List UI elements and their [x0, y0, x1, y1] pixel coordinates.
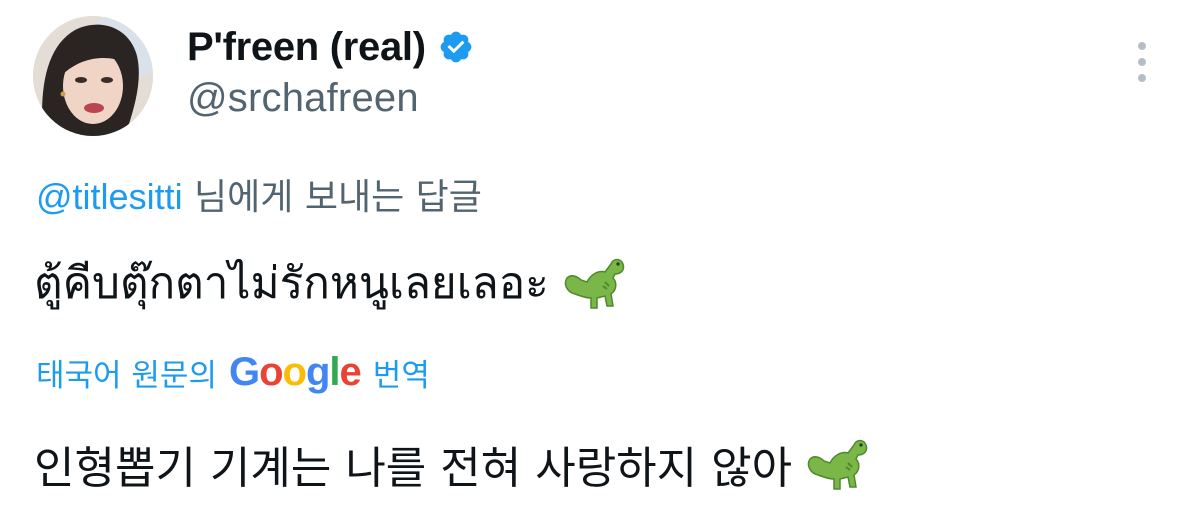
translated-body: 인형뽑기 기계는 나를 전혀 사랑하지 않아 [34, 432, 870, 496]
t-rex-emoji [564, 258, 624, 309]
verified-badge-icon [438, 29, 474, 65]
more-vertical-icon[interactable] [1124, 40, 1160, 84]
google-letter: l [329, 350, 340, 394]
google-letter: e [339, 350, 362, 394]
more-dot [1138, 42, 1146, 50]
author-handle[interactable]: @srchafreen [187, 76, 419, 121]
translate-suffix: 번역 [372, 358, 430, 394]
avatar-image [33, 16, 153, 136]
google-letter: g [305, 350, 330, 394]
translate-link[interactable]: 태국어 원문의 Google 번역 [36, 350, 430, 395]
google-logo: Google [228, 350, 362, 395]
display-name[interactable]: P'freen (real) [187, 25, 426, 70]
tweet-text: ตู้คีบตุ๊กตาไม่รักหนูเลยเลอะ [34, 258, 549, 309]
translate-prefix: 태국어 원문의 [36, 358, 217, 394]
reply-context: @titlesitti 님에게 보내는 답글 [36, 168, 482, 220]
more-dot [1138, 58, 1146, 66]
google-letter: o [259, 350, 283, 394]
tweet: P'freen (real) @srchafreen @titlesitti 님… [0, 0, 1200, 513]
google-letter: G [228, 350, 260, 394]
more-dot [1138, 74, 1146, 82]
avatar[interactable] [33, 16, 153, 136]
translated-text: 인형뽑기 기계는 나를 전혀 사랑하지 않아 [34, 443, 793, 494]
reply-context-label: 님에게 보내는 답글 [182, 177, 482, 218]
tweet-body: ตู้คีบตุ๊กตาไม่รักหนูเลยเลอะ [34, 248, 627, 318]
reply-mention-link[interactable]: @titlesitti [36, 176, 183, 217]
google-letter: o [282, 350, 307, 394]
author-name-row: P'freen (real) [187, 20, 474, 74]
t-rex-emoji [807, 439, 868, 490]
